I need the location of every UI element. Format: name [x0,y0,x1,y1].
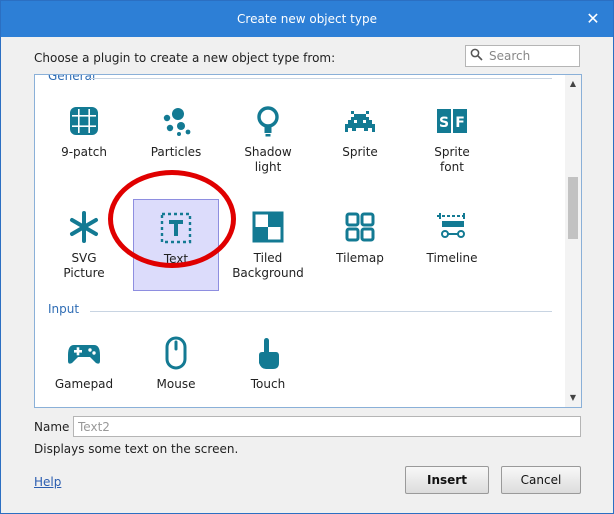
mouse-icon [158,335,194,371]
search-icon [466,48,487,64]
plugin-item-touch[interactable]: Touch [225,325,311,407]
plugin-label: Tilemap [336,251,384,265]
name-field[interactable] [73,416,581,437]
lightbulb-icon [250,103,286,139]
plugin-item-svg-picture[interactable]: SVG Picture [41,199,127,291]
plugin-item-gamepad[interactable]: Gamepad [41,325,127,407]
timeline-icon [434,209,470,245]
list-scrollbar[interactable]: ▲ ▼ [565,75,581,407]
plugin-item-sprite-font[interactable]: S F Sprite font [409,93,495,185]
dialog-titlebar: Create new object type ✕ [1,1,613,37]
cancel-button[interactable]: Cancel [501,466,581,494]
plugin-item-9-patch[interactable]: 9-patch [41,93,127,185]
plugin-label: Tiled Background [232,251,304,280]
scroll-up-arrow[interactable]: ▲ [565,77,581,91]
gamepad-icon [66,335,102,371]
scroll-down-arrow[interactable]: ▼ [565,391,581,405]
close-icon[interactable]: ✕ [583,9,603,29]
dialog-prompt: Choose a plugin to create a new object t… [34,51,336,65]
plugin-item-mouse[interactable]: Mouse [133,325,219,407]
plugin-label: Shadow light [244,145,292,174]
plugin-item-timeline[interactable]: Timeline [409,199,495,291]
tilemap-icon [342,209,378,245]
svg-text:F: F [455,115,465,131]
plugin-label: 9-patch [61,145,107,159]
plugin-item-tiled-background[interactable]: Tiled Background [225,199,311,291]
plugin-description: Displays some text on the screen. [34,442,239,456]
plugin-label: SVG Picture [63,251,105,280]
plugin-label: Sprite font [434,145,470,174]
asterisk-icon [66,209,102,245]
dialog-title: Create new object type [237,12,377,26]
touch-icon [250,335,286,371]
plugin-item-shadow-light[interactable]: Shadow light [225,93,311,185]
scroll-thumb[interactable] [568,177,578,239]
space-invader-icon [342,103,378,139]
plugin-label: Particles [150,145,202,159]
plugin-label: Timeline [426,251,478,265]
tiled-background-icon [250,209,286,245]
plugin-label: Gamepad [54,377,114,391]
plugin-label: Sprite [342,145,378,159]
plugin-item-tilemap[interactable]: Tilemap [317,199,403,291]
plugin-item-text[interactable]: Text [133,199,219,291]
nine-patch-icon [66,103,102,139]
plugin-label: Text [163,252,189,266]
search-input[interactable] [487,47,579,65]
plugin-label: Mouse [156,377,196,391]
particles-icon [158,103,194,139]
text-box-icon [158,210,194,246]
section-label-input: Input [48,302,80,316]
svg-text:S: S [439,115,449,131]
plugin-label: Touch [250,377,286,391]
search-box[interactable] [465,45,580,67]
help-link[interactable]: Help [34,475,61,489]
section-label-general: General [48,74,96,83]
sprite-font-icon: S F [434,103,470,139]
insert-button[interactable]: Insert [405,466,489,494]
plugin-item-particles[interactable]: Particles [133,93,219,185]
plugin-item-sprite[interactable]: Sprite [317,93,403,185]
create-object-dialog: Create new object type ✕ Choose a plugin… [0,0,614,514]
plugin-list[interactable]: General 9-patch Particles Shadow light S… [34,74,582,408]
name-label: Name [34,420,70,434]
section-divider [90,78,552,79]
section-divider [90,311,552,312]
